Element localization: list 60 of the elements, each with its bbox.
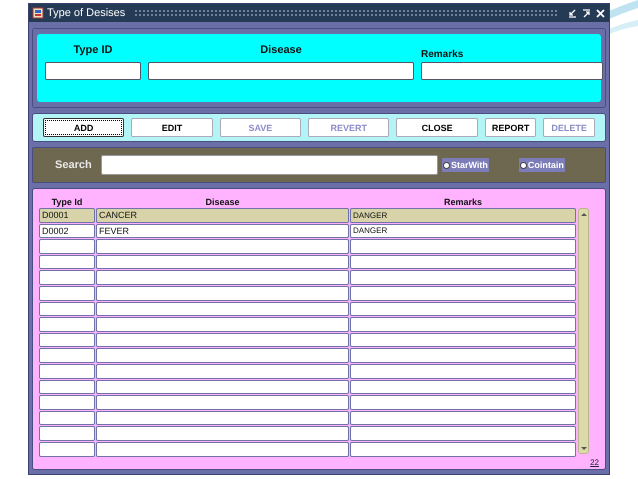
table-row[interactable] [39, 239, 576, 254]
table-row[interactable] [39, 395, 576, 410]
table-row[interactable] [39, 348, 576, 363]
table-cell [39, 332, 95, 348]
table-row[interactable] [39, 302, 576, 316]
radio-option[interactable]: StarWith [442, 158, 489, 172]
table-cell [39, 348, 95, 363]
table-cell [39, 270, 95, 285]
table-cell [39, 395, 95, 410]
table-cell: DANGER [350, 224, 576, 238]
action-button[interactable]: CLOSE [396, 118, 478, 137]
input-field[interactable] [421, 62, 603, 80]
table-cell [39, 286, 95, 301]
input-field[interactable] [45, 62, 141, 80]
field-label: Type ID [72, 43, 114, 58]
maximize-icon[interactable] [581, 8, 592, 18]
table-row[interactable]: D0002 FEVER DANGER [39, 224, 576, 238]
field-label: Disease [259, 43, 303, 58]
column-header: Disease [204, 197, 241, 207]
table-row[interactable] [39, 254, 576, 270]
table-row[interactable] [39, 426, 576, 441]
table-row[interactable] [39, 286, 576, 301]
window-title: Type of Desises [47, 7, 126, 19]
close-icon[interactable] [595, 8, 606, 18]
table-row[interactable] [39, 317, 576, 332]
table-cell [39, 426, 95, 441]
table-cell: CANCER [96, 208, 349, 223]
table-cell [39, 380, 95, 394]
table-cell: D0001 [39, 208, 95, 223]
table-cell [39, 239, 95, 254]
field-label: Remarks [421, 48, 464, 62]
minimize-icon[interactable] [567, 8, 578, 18]
column-header: Remarks [442, 197, 484, 207]
table-cell: DANGER [350, 208, 576, 223]
search-field[interactable] [101, 155, 438, 175]
slide-number: 22 [590, 458, 599, 467]
input-field[interactable] [148, 62, 414, 80]
action-button[interactable]: EDIT [131, 118, 213, 137]
table-row[interactable] [39, 270, 576, 285]
table-row[interactable] [39, 332, 576, 348]
table-row[interactable]: D0001 CANCER DANGER [39, 208, 576, 223]
action-button[interactable]: ADD [43, 118, 124, 137]
table-row[interactable] [39, 442, 576, 456]
table-cell [39, 364, 95, 379]
table-row[interactable] [39, 364, 576, 379]
table-cell [39, 442, 95, 456]
radio-option[interactable]: Cointain [518, 158, 565, 172]
action-button[interactable]: REPORT [484, 118, 536, 137]
table-cell [39, 302, 95, 316]
table-cell [39, 254, 95, 270]
search-label: Search [55, 159, 93, 171]
app-icon [32, 7, 44, 19]
table-cell: D0002 [39, 224, 95, 238]
table-cell [39, 317, 95, 332]
scrollbar[interactable] [578, 208, 589, 454]
table-cell [39, 410, 95, 426]
table-cell: FEVER [96, 224, 349, 238]
table-row[interactable] [39, 410, 576, 426]
table-row[interactable] [39, 380, 576, 394]
column-header: Type Id [50, 197, 84, 207]
